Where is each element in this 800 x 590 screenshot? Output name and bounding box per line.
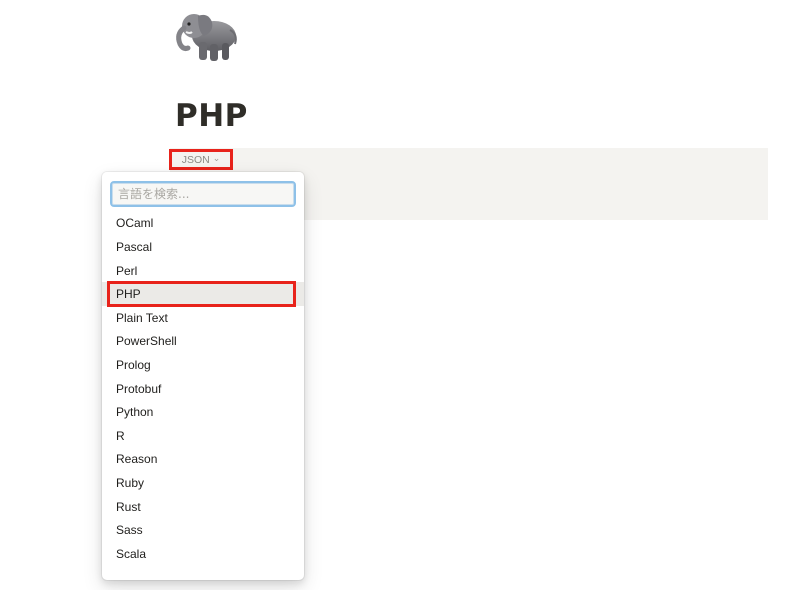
elephant-icon[interactable] — [172, 6, 240, 64]
language-option[interactable]: Rust — [102, 495, 304, 519]
language-option-label: Python — [116, 405, 154, 420]
language-option-label: Perl — [116, 263, 138, 278]
language-option-label: Protobuf — [116, 381, 162, 396]
language-option-label: Ruby — [116, 475, 145, 490]
language-option[interactable]: Prolog — [102, 353, 304, 377]
language-option-label: OCaml — [116, 216, 154, 231]
language-dropdown: Objective-COCamlPascalPerlPHPPlain TextP… — [102, 172, 304, 580]
language-option-label: Sass — [116, 523, 143, 538]
chevron-down-icon: ⌄ — [212, 153, 221, 163]
language-option[interactable]: Scala — [102, 542, 304, 566]
language-option-label: Rust — [116, 499, 141, 514]
language-option-label: PHP — [116, 287, 141, 302]
language-option[interactable]: Ruby — [102, 471, 304, 495]
language-option-label: R — [116, 428, 125, 443]
language-option[interactable]: Plain Text — [102, 306, 304, 330]
language-search-field[interactable] — [110, 181, 296, 207]
language-search-input[interactable] — [112, 183, 294, 205]
page: PHP JSON ⌄ Objective-COCamlPascalPerlPHP… — [0, 0, 800, 590]
language-option[interactable]: R — [102, 424, 304, 448]
language-select-button[interactable]: JSON ⌄ — [169, 149, 233, 170]
language-option-label: Reason — [116, 452, 158, 467]
language-option[interactable]: Sass — [102, 518, 304, 542]
language-option-label: Prolog — [116, 357, 151, 372]
language-option[interactable]: Perl — [102, 259, 304, 283]
language-option-label: Plain Text — [116, 310, 168, 325]
language-option[interactable]: Reason — [102, 448, 304, 472]
language-option[interactable]: PHP — [102, 281, 304, 307]
language-option-label: PowerShell — [116, 334, 177, 349]
language-option[interactable]: PowerShell — [102, 330, 304, 354]
language-option[interactable]: Pascal — [102, 235, 304, 259]
language-option-label: Scala — [116, 546, 147, 561]
language-option-label: Pascal — [116, 239, 153, 254]
language-option[interactable]: Protobuf — [102, 377, 304, 401]
language-option[interactable]: OCaml — [102, 212, 304, 236]
language-option[interactable]: Python — [102, 400, 304, 424]
language-options-list[interactable]: Objective-COCamlPascalPerlPHPPlain TextP… — [102, 202, 304, 580]
language-label: JSON — [181, 153, 210, 166]
page-title[interactable]: PHP — [175, 98, 248, 134]
